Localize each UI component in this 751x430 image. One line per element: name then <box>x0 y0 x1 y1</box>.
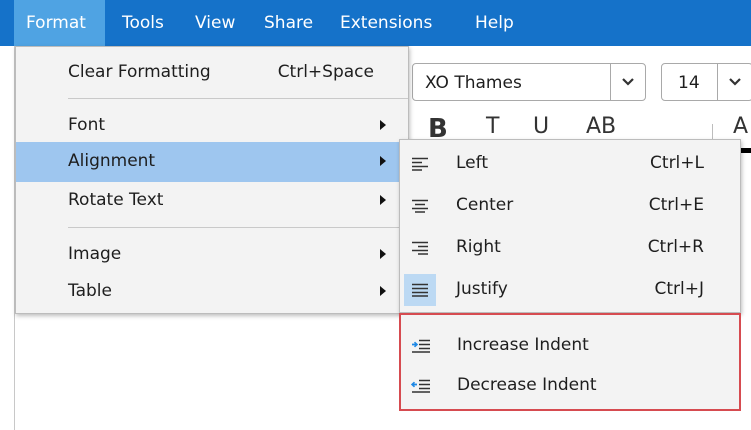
chevron-down-icon <box>610 64 645 100</box>
font-family-value: XO Thames <box>425 73 522 93</box>
menu-item-clear-formatting[interactable]: Clear Formatting Ctrl+Space <box>16 53 408 93</box>
menu-item-font[interactable]: Font <box>16 106 408 146</box>
menu-help[interactable]: Help <box>465 0 524 46</box>
submenu-arrow-icon <box>380 249 386 259</box>
font-color-button[interactable]: A <box>733 114 748 139</box>
menu-item-rotate-text[interactable]: Rotate Text <box>16 181 408 221</box>
font-size-value: 14 <box>678 73 700 93</box>
submenu-item-label: Decrease Indent <box>457 375 597 395</box>
submenu-arrow-icon <box>380 286 386 296</box>
submenu-item-increase-indent[interactable]: Increase Indent <box>401 326 739 366</box>
menu-item-label: Alignment <box>68 151 156 171</box>
menu-share[interactable]: Share <box>254 0 323 46</box>
menu-separator <box>68 227 408 228</box>
indent-section: Increase Indent Decrease Indent <box>399 313 741 411</box>
underline-button[interactable]: U <box>533 114 549 139</box>
format-menu: Clear Formatting Ctrl+Space Font Alignme… <box>15 46 409 314</box>
submenu-item-label: Increase Indent <box>457 335 589 355</box>
align-center-icon <box>404 190 436 222</box>
font-family-select[interactable]: XO Thames <box>412 63 646 101</box>
submenu-item-left[interactable]: Left Ctrl+L <box>400 144 738 184</box>
submenu-item-shortcut: Ctrl+R <box>647 237 704 257</box>
submenu-arrow-icon <box>380 156 386 166</box>
submenu-item-label: Right <box>456 237 501 257</box>
menu-bar: Format Tools View Share Extensions Help <box>0 0 751 46</box>
menu-tools[interactable]: Tools <box>112 0 174 46</box>
menu-item-shortcut: Ctrl+Space <box>277 62 374 82</box>
submenu-arrow-icon <box>380 195 386 205</box>
italic-button[interactable]: T <box>486 114 499 139</box>
submenu-item-label: Justify <box>456 279 508 299</box>
menu-item-label: Table <box>68 281 112 301</box>
submenu-item-shortcut: Ctrl+J <box>654 279 704 299</box>
submenu-item-label: Left <box>456 153 488 173</box>
menu-extensions[interactable]: Extensions <box>330 0 442 46</box>
align-right-icon <box>404 232 436 264</box>
chevron-down-icon <box>717 64 751 100</box>
submenu-item-justify[interactable]: Justify Ctrl+J <box>400 270 738 310</box>
menu-format[interactable]: Format <box>14 0 105 46</box>
decrease-indent-icon <box>405 370 437 402</box>
align-left-icon <box>404 148 436 180</box>
menu-item-label: Font <box>68 115 106 135</box>
increase-indent-icon <box>405 330 437 362</box>
menu-item-label: Clear Formatting <box>68 62 211 82</box>
menu-separator <box>68 98 408 99</box>
submenu-item-decrease-indent[interactable]: Decrease Indent <box>401 366 739 406</box>
strikethrough-button[interactable]: AB <box>586 114 616 139</box>
menu-item-table[interactable]: Table <box>16 272 408 312</box>
align-justify-icon <box>404 274 436 306</box>
submenu-item-center[interactable]: Center Ctrl+E <box>400 186 738 226</box>
menu-item-alignment[interactable]: Alignment <box>16 142 408 182</box>
font-size-select[interactable]: 14 <box>661 63 751 101</box>
alignment-submenu: Left Ctrl+L Center Ctrl+E Right Ctrl+R J… <box>399 139 741 313</box>
submenu-item-right[interactable]: Right Ctrl+R <box>400 228 738 268</box>
menu-item-image[interactable]: Image <box>16 235 408 275</box>
submenu-arrow-icon <box>380 120 386 130</box>
menu-item-label: Rotate Text <box>68 190 164 210</box>
submenu-item-shortcut: Ctrl+E <box>648 195 704 215</box>
menu-item-label: Image <box>68 244 122 264</box>
submenu-item-label: Center <box>456 195 514 215</box>
submenu-item-shortcut: Ctrl+L <box>650 153 704 173</box>
menu-view[interactable]: View <box>185 0 245 46</box>
